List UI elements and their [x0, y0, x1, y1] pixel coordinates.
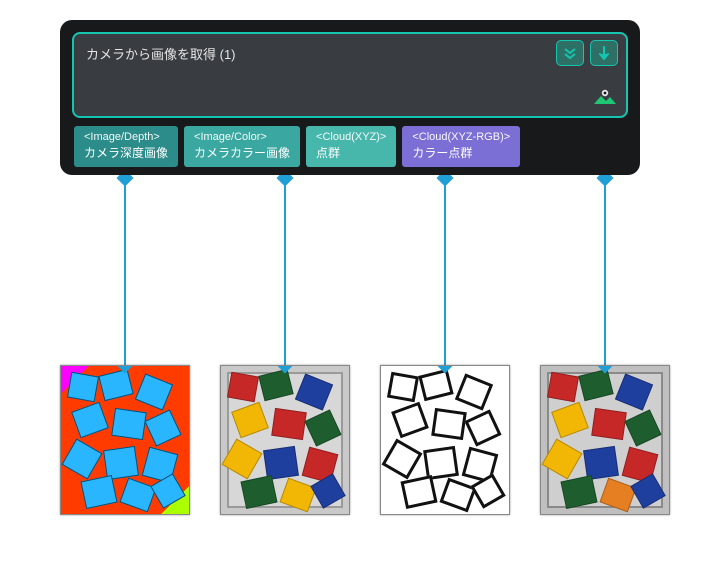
node-title: カメラから画像を取得 (1) — [86, 42, 614, 63]
port-label: カラー点群 — [412, 145, 510, 161]
diagram-stage — [20, 175, 680, 545]
port-type-label: <Image/Color> — [194, 130, 290, 145]
port-image-color[interactable]: <Image/Color> カメラカラー画像 — [184, 126, 300, 167]
arrow-down-icon — [598, 46, 610, 60]
run-button[interactable] — [590, 40, 618, 66]
port-type-label: <Cloud(XYZ)> — [316, 130, 386, 145]
thumbnail-cloud-xyz-rgb — [540, 365, 670, 515]
node-header[interactable]: カメラから画像を取得 (1) — [72, 32, 628, 118]
capture-image-node: カメラから画像を取得 (1) — [60, 20, 640, 175]
port-type-label: <Cloud(XYZ-RGB)> — [412, 130, 510, 145]
visibility-icon[interactable] — [594, 89, 616, 110]
thumbnail-cloud-xyz — [380, 365, 510, 515]
double-chevron-down-icon — [563, 46, 577, 60]
port-image-depth[interactable]: <Image/Depth> カメラ深度画像 — [74, 126, 178, 167]
expand-button[interactable] — [556, 40, 584, 66]
port-label: カメラ深度画像 — [84, 145, 168, 161]
thumbnail-color — [220, 365, 350, 515]
port-label: カメラカラー画像 — [194, 145, 290, 161]
port-cloud-xyz-rgb[interactable]: <Cloud(XYZ-RGB)> カラー点群 — [402, 126, 520, 167]
output-ports-row: <Image/Depth> カメラ深度画像 <Image/Color> カメラカ… — [74, 126, 628, 167]
eye-image-icon — [594, 89, 616, 107]
port-cloud-xyz[interactable]: <Cloud(XYZ)> 点群 — [306, 126, 396, 167]
thumbnail-row — [60, 365, 670, 515]
header-button-group — [556, 40, 618, 66]
port-type-label: <Image/Depth> — [84, 130, 168, 145]
thumbnail-depth — [60, 365, 190, 515]
port-label: 点群 — [316, 145, 386, 161]
